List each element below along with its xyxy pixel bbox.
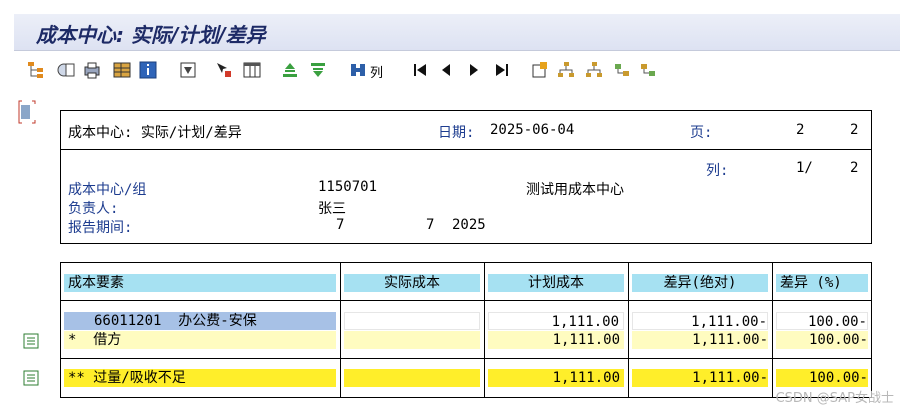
watermark: CSDN @SAP女战士 xyxy=(775,391,894,406)
node-right-icon[interactable] xyxy=(638,60,658,80)
title-bar: 成本中心: 实际/计划/差异 xyxy=(14,14,900,51)
row-detail-icon[interactable] xyxy=(22,332,40,350)
columns-icon[interactable] xyxy=(242,60,262,80)
table-row-plan: 1,111.00 xyxy=(488,312,624,330)
sort-ascending-icon[interactable] xyxy=(280,60,300,80)
cost-center-description: 测试用成本中心 xyxy=(526,182,624,198)
tree-expand-icon[interactable] xyxy=(556,60,576,80)
header-cost-element[interactable]: 成本要素 xyxy=(64,274,336,292)
header-actual-cost[interactable]: 实际成本 xyxy=(344,274,480,292)
header-divider xyxy=(60,149,871,150)
last-page-icon[interactable] xyxy=(492,60,512,80)
responsible-value: 张三 xyxy=(318,201,346,217)
table-col-divider xyxy=(772,262,773,397)
next-page-icon[interactable] xyxy=(464,60,484,80)
header-variance-percent[interactable]: 差异 (%) xyxy=(776,274,868,292)
table-row-variance-abs: 1,111.00- xyxy=(632,369,768,387)
sort-descending-icon[interactable] xyxy=(308,60,328,80)
table-col-divider xyxy=(484,262,485,397)
first-page-icon[interactable] xyxy=(410,60,430,80)
table-col-divider xyxy=(628,262,629,397)
window-title: 成本中心: 实际/计划/差异 xyxy=(36,23,266,47)
period-year: 2025 xyxy=(452,217,486,233)
table-row-plan: 1,111.00 xyxy=(488,331,624,349)
table-row-variance-pct: 100.00- xyxy=(776,312,868,330)
period-to: 7 xyxy=(426,217,435,233)
table-row-actual xyxy=(344,331,480,349)
period-label: 报告期间: xyxy=(68,220,133,236)
header-variance-absolute[interactable]: 差异(绝对) xyxy=(632,274,768,292)
page-current: 2 xyxy=(796,122,805,138)
layout-icon[interactable] xyxy=(112,60,132,80)
table-row-plan: 1,111.00 xyxy=(488,369,624,387)
column-total: 2 xyxy=(850,160,859,176)
table-total-divider xyxy=(60,358,871,359)
expand-icon[interactable] xyxy=(530,60,550,80)
previous-page-icon[interactable] xyxy=(436,60,456,80)
node-left-icon[interactable] xyxy=(612,60,632,80)
date-label: 日期: xyxy=(438,125,475,141)
period-from: 7 xyxy=(336,217,345,233)
cost-center-value[interactable]: 1150701 xyxy=(318,179,377,195)
responsible-label: 负责人: xyxy=(68,201,119,217)
table-row-variance-pct: 100.00- xyxy=(776,369,868,387)
select-icon[interactable] xyxy=(214,60,234,80)
table-col-divider xyxy=(340,262,341,397)
table-row-cost-element[interactable]: ** 过量/吸收不足 xyxy=(64,369,336,387)
table-row-variance-abs: 1,111.00- xyxy=(632,312,768,330)
table-header-divider xyxy=(60,300,871,301)
page-label: 页: xyxy=(690,125,713,141)
toolbar: 列 xyxy=(24,58,900,84)
report-title: 成本中心: 实际/计划/差异 xyxy=(68,125,242,141)
export-icon[interactable] xyxy=(178,60,198,80)
column-current: 1/ xyxy=(796,160,813,176)
selection-bracket-icon[interactable] xyxy=(18,100,36,124)
columns-label[interactable]: 列 xyxy=(370,62,383,81)
hierarchy-icon[interactable] xyxy=(26,60,46,80)
page-total: 2 xyxy=(850,122,859,138)
column-label: 列: xyxy=(706,163,729,179)
print-icon[interactable] xyxy=(82,60,102,80)
tree-collapse-icon[interactable] xyxy=(584,60,604,80)
cost-center-label: 成本中心/组 xyxy=(68,182,147,198)
table-row-cost-element[interactable]: 66011201 办公费-安保 xyxy=(64,312,336,330)
table-row-cost-element[interactable]: * 借方 xyxy=(64,331,336,349)
date-value: 2025-06-04 xyxy=(490,122,575,138)
info-icon[interactable] xyxy=(138,60,158,80)
header-plan-cost[interactable]: 计划成本 xyxy=(488,274,624,292)
binoculars-icon[interactable] xyxy=(348,60,368,80)
table-row-variance-pct: 100.00- xyxy=(776,331,868,349)
table-row-actual xyxy=(344,312,480,330)
row-detail-icon[interactable] xyxy=(22,369,40,387)
drilldown-icon[interactable] xyxy=(56,60,76,80)
table-row-variance-abs: 1,111.00- xyxy=(632,331,768,349)
table-row-actual xyxy=(344,369,480,387)
